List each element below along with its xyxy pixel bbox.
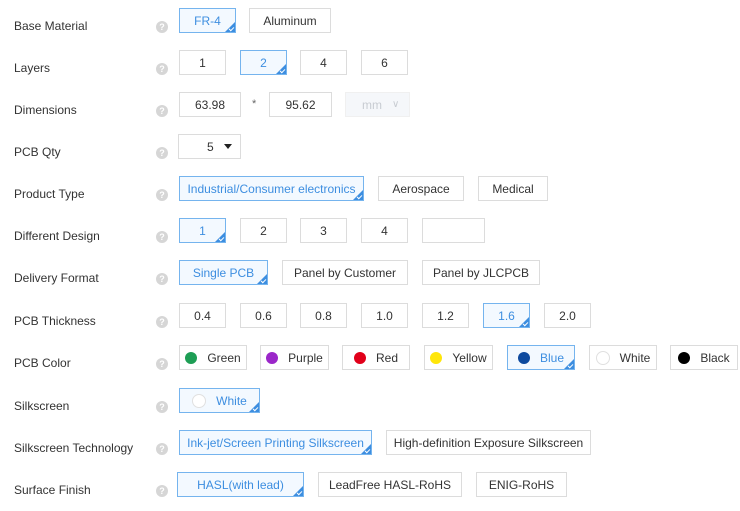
color-option-label: Yellow <box>452 350 487 365</box>
row-silkscreen-technology: Silkscreen Technology ? Ink-jet/Screen P… <box>0 429 740 469</box>
thickness-option-0-6[interactable]: 0.6 <box>240 303 287 328</box>
pcb-qty-label: PCB Qty <box>14 145 61 159</box>
product-type-label: Product Type <box>14 187 85 201</box>
product-type-option-aerospace[interactable]: Aerospace <box>378 176 464 201</box>
help-icon[interactable]: ? <box>156 485 168 497</box>
row-layers: Layers ? 1 2 4 6 <box>0 49 740 89</box>
red-swatch-icon <box>353 351 366 364</box>
row-silkscreen: Silkscreen ? White <box>0 387 740 427</box>
black-swatch-icon <box>678 351 691 364</box>
base-material-label: Base Material <box>14 19 88 33</box>
help-icon[interactable]: ? <box>156 401 168 413</box>
help-icon[interactable]: ? <box>156 443 168 455</box>
layers-option-2[interactable]: 2 <box>240 50 287 75</box>
silkscreen-tech-option-hd-exposure[interactable]: High-definition Exposure Silkscreen <box>386 430 591 455</box>
thickness-option-1-2[interactable]: 1.2 <box>422 303 469 328</box>
layers-option-4[interactable]: 4 <box>300 50 347 75</box>
chevron-down-icon: ∨ <box>392 99 400 110</box>
different-design-option-4[interactable]: 4 <box>361 218 408 243</box>
surface-finish-label: Surface Finish <box>14 483 91 497</box>
color-option-white[interactable]: White <box>589 345 657 370</box>
dimension-unit-value: mm <box>362 97 382 112</box>
color-option-label: White <box>619 350 651 365</box>
thickness-option-0-4[interactable]: 0.4 <box>179 303 226 328</box>
silkscreen-technology-label: Silkscreen Technology <box>14 441 134 455</box>
thickness-option-1-0[interactable]: 1.0 <box>361 303 408 328</box>
dimension-unit-select[interactable]: mm ∨ <box>345 92 410 117</box>
color-option-blue[interactable]: Blue <box>507 345 575 370</box>
delivery-format-option-single[interactable]: Single PCB <box>179 260 268 285</box>
different-design-option-1[interactable]: 1 <box>179 218 226 243</box>
row-dimensions: Dimensions ? 63.98 * 95.62 mm ∨ <box>0 91 740 131</box>
dimensions-label: Dimensions <box>14 103 77 117</box>
dimension-height-input[interactable]: 95.62 <box>269 92 332 117</box>
color-option-label: Blue <box>539 350 565 365</box>
blue-swatch-icon <box>517 351 530 364</box>
help-icon[interactable]: ? <box>156 147 168 159</box>
different-design-custom-input[interactable] <box>422 218 485 243</box>
base-material-option-fr4[interactable]: FR-4 <box>179 8 236 33</box>
green-swatch-icon <box>185 351 198 364</box>
help-icon[interactable]: ? <box>156 273 168 285</box>
surface-finish-option-hasl-lead[interactable]: HASL(with lead) <box>177 472 304 497</box>
silkscreen-option-label: White <box>216 393 247 408</box>
different-design-option-3[interactable]: 3 <box>300 218 347 243</box>
help-icon[interactable]: ? <box>156 105 168 117</box>
row-pcb-color: PCB Color ? Green Purple Red Yellow Blue… <box>0 344 740 384</box>
silkscreen-tech-option-inkjet[interactable]: Ink-jet/Screen Printing Silkscreen <box>179 430 372 455</box>
thickness-option-0-8[interactable]: 0.8 <box>300 303 347 328</box>
row-different-design: Different Design ? 1 2 3 4 <box>0 217 740 257</box>
caret-down-icon <box>223 144 232 149</box>
silkscreen-label: Silkscreen <box>14 399 70 413</box>
help-icon[interactable]: ? <box>156 21 168 33</box>
layers-label: Layers <box>14 61 51 75</box>
color-option-green[interactable]: Green <box>179 345 247 370</box>
row-product-type: Product Type ? Industrial/Consumer elect… <box>0 175 740 215</box>
row-delivery-format: Delivery Format ? Single PCB Panel by Cu… <box>0 259 740 299</box>
white-swatch-icon <box>192 393 207 408</box>
surface-finish-option-enig[interactable]: ENIG-RoHS <box>476 472 567 497</box>
base-material-option-aluminum[interactable]: Aluminum <box>249 8 331 33</box>
help-icon[interactable]: ? <box>156 316 168 328</box>
layers-option-6[interactable]: 6 <box>361 50 408 75</box>
color-option-label: Purple <box>288 350 323 365</box>
help-icon[interactable]: ? <box>156 63 168 75</box>
purple-swatch-icon <box>266 351 279 364</box>
color-option-label: Red <box>375 350 398 365</box>
white-swatch-icon <box>595 350 610 365</box>
surface-finish-option-leadfree-hasl[interactable]: LeadFree HASL-RoHS <box>318 472 462 497</box>
thickness-option-2-0[interactable]: 2.0 <box>544 303 591 328</box>
color-option-label: Green <box>207 350 241 365</box>
different-design-option-2[interactable]: 2 <box>240 218 287 243</box>
dimension-times-sign: * <box>252 98 257 110</box>
row-pcb-qty: PCB Qty ? 5 <box>0 133 740 173</box>
pcb-qty-value: 5 <box>207 139 214 154</box>
silkscreen-option-white[interactable]: White <box>179 388 260 413</box>
delivery-format-option-panel-customer[interactable]: Panel by Customer <box>282 260 408 285</box>
color-option-purple[interactable]: Purple <box>260 345 329 370</box>
delivery-format-option-panel-jlcpcb[interactable]: Panel by JLCPCB <box>422 260 540 285</box>
product-type-option-industrial[interactable]: Industrial/Consumer electronics <box>179 176 364 201</box>
delivery-format-label: Delivery Format <box>14 271 99 285</box>
dimension-width-input[interactable]: 63.98 <box>179 92 241 117</box>
yellow-swatch-icon <box>430 351 443 364</box>
row-surface-finish: Surface Finish ? HASL(with lead) LeadFre… <box>0 471 740 511</box>
color-option-label: Black <box>700 350 730 365</box>
pcb-thickness-label: PCB Thickness <box>14 314 96 328</box>
help-icon[interactable]: ? <box>156 358 168 370</box>
help-icon[interactable]: ? <box>156 189 168 201</box>
different-design-label: Different Design <box>14 229 100 243</box>
color-option-black[interactable]: Black <box>670 345 738 370</box>
help-icon[interactable]: ? <box>156 231 168 243</box>
pcb-qty-select[interactable]: 5 <box>178 134 241 159</box>
layers-option-1[interactable]: 1 <box>179 50 226 75</box>
row-base-material: Base Material ? FR-4 Aluminum <box>0 7 740 47</box>
color-option-red[interactable]: Red <box>342 345 410 370</box>
product-type-option-medical[interactable]: Medical <box>478 176 548 201</box>
color-option-yellow[interactable]: Yellow <box>424 345 493 370</box>
row-pcb-thickness: PCB Thickness ? 0.4 0.6 0.8 1.0 1.2 1.6 … <box>0 302 740 342</box>
thickness-option-1-6[interactable]: 1.6 <box>483 303 530 328</box>
pcb-color-label: PCB Color <box>14 356 71 370</box>
